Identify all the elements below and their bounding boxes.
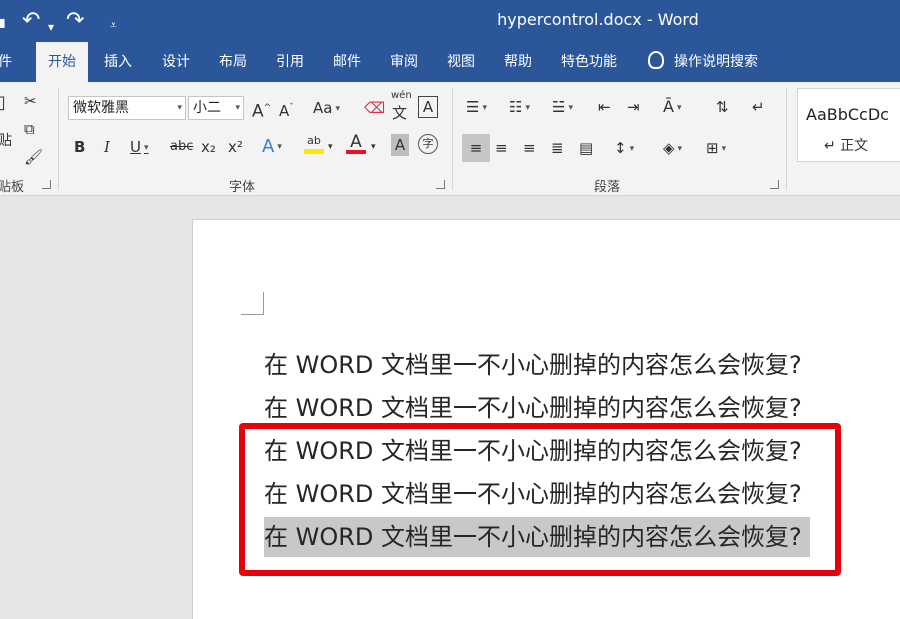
bold-button[interactable]: B bbox=[74, 136, 85, 158]
bullets-button[interactable]: ☰ bbox=[466, 96, 487, 118]
increase-indent-icon[interactable]: ⇥ bbox=[627, 96, 640, 118]
paragraph-launcher-icon[interactable] bbox=[770, 180, 779, 189]
tab-view[interactable]: 视图 bbox=[447, 42, 475, 82]
clipboard-group-label: 贴板 bbox=[0, 180, 25, 195]
tab-review[interactable]: 审阅 bbox=[390, 42, 418, 82]
title-bar: ▪ ↶ ▾ ↷ ⩡ hypercontrol.docx - Word bbox=[0, 0, 900, 42]
align-left-button[interactable]: ≡ bbox=[462, 134, 490, 162]
font-name-value: 微软雅黑 bbox=[73, 100, 129, 116]
font-size-dropdown-icon[interactable]: ▾ bbox=[235, 97, 240, 119]
group-divider bbox=[58, 88, 59, 190]
style-normal-label: ↵ 正文 bbox=[824, 138, 869, 154]
tab-insert[interactable]: 插入 bbox=[104, 42, 132, 82]
clipboard-launcher-icon[interactable] bbox=[42, 180, 51, 189]
tab-mailings[interactable]: 邮件 bbox=[333, 42, 361, 82]
tab-help[interactable]: 帮助 bbox=[504, 42, 532, 82]
font-size-combo[interactable]: 小二 ▾ bbox=[188, 96, 244, 120]
text-effects-button[interactable]: A bbox=[262, 136, 282, 158]
tab-design[interactable]: 设计 bbox=[162, 42, 190, 82]
decrease-indent-icon[interactable]: ⇤ bbox=[598, 96, 611, 118]
window-title: hypercontrol.docx - Word bbox=[497, 10, 699, 29]
clear-formatting-icon[interactable]: ⌫ bbox=[364, 97, 385, 119]
enclose-characters-button[interactable]: 字 bbox=[418, 134, 438, 154]
tab-layout[interactable]: 布局 bbox=[219, 42, 247, 82]
ribbon: ▯ 贴 ✂ ⧉ 🖌 贴板 微软雅黑 ▾ 小二 ▾ A^ Aˇ Aa ⌫ wén … bbox=[0, 82, 900, 196]
font-color-button[interactable]: A bbox=[346, 132, 366, 154]
chinese-layout-button[interactable]: Ā bbox=[663, 96, 681, 118]
tell-me-label: 操作说明搜索 bbox=[674, 54, 758, 70]
phonetic-guide-button[interactable]: 文 bbox=[392, 102, 407, 124]
shrink-font-button[interactable]: Aˇ bbox=[279, 97, 294, 120]
font-group-label: 字体 bbox=[229, 180, 256, 195]
ribbon-tabs: 件 开始 插入 设计 布局 引用 邮件 审阅 视图 帮助 特色功能 操作说明搜索 bbox=[0, 42, 900, 82]
distributed-icon[interactable]: ▤ bbox=[579, 137, 593, 159]
text-line[interactable]: 在 WORD 文档里一不小心删掉的内容怎么会恢复? bbox=[264, 345, 802, 385]
justify-icon[interactable]: ≣ bbox=[551, 137, 564, 159]
borders-button[interactable]: ⊞ bbox=[706, 137, 726, 159]
underline-button[interactable]: U bbox=[130, 136, 149, 158]
change-case-button[interactable]: Aa bbox=[313, 97, 340, 119]
text-highlight-button[interactable]: ab bbox=[304, 132, 324, 154]
font-size-value: 小二 bbox=[193, 100, 221, 116]
character-shading-button[interactable]: A bbox=[391, 134, 409, 156]
style-normal-sample[interactable]: AaBbCcDc bbox=[806, 105, 889, 124]
strikethrough-button[interactable]: abc bbox=[170, 136, 193, 158]
shading-button[interactable]: ◈ bbox=[663, 137, 682, 159]
paste-label[interactable]: 贴 bbox=[0, 130, 12, 152]
subscript-button[interactable]: x₂ bbox=[201, 136, 216, 158]
align-right-icon[interactable]: ≡ bbox=[523, 137, 536, 159]
lightbulb-icon bbox=[648, 51, 664, 69]
align-center-icon[interactable]: ≡ bbox=[495, 137, 508, 159]
multilevel-list-button[interactable]: ☱ bbox=[552, 96, 573, 118]
text-line[interactable]: 在 WORD 文档里一不小心删掉的内容怎么会恢复? bbox=[264, 388, 802, 428]
font-name-dropdown-icon[interactable]: ▾ bbox=[177, 97, 182, 119]
tab-file[interactable]: 件 bbox=[0, 42, 12, 82]
red-highlight-box bbox=[239, 423, 841, 576]
group-divider bbox=[452, 88, 453, 190]
sort-icon[interactable]: ⇅ bbox=[716, 96, 729, 118]
tell-me-search[interactable]: 操作说明搜索 bbox=[648, 42, 758, 82]
font-launcher-icon[interactable] bbox=[436, 180, 445, 189]
tab-home[interactable]: 开始 bbox=[36, 42, 88, 82]
paragraph-group-label: 段落 bbox=[594, 180, 621, 195]
margin-corner-mark bbox=[241, 292, 264, 315]
format-painter-icon[interactable]: 🖌 bbox=[24, 146, 43, 168]
show-marks-icon[interactable]: ↵ bbox=[752, 96, 765, 118]
copy-icon[interactable]: ⧉ bbox=[24, 118, 35, 140]
superscript-button[interactable]: x² bbox=[228, 136, 243, 158]
grow-font-button[interactable]: A^ bbox=[252, 97, 271, 122]
numbering-button[interactable]: ☷ bbox=[509, 96, 530, 118]
highlight-dropdown-icon[interactable]: ▾ bbox=[328, 136, 333, 158]
tab-special-features[interactable]: 特色功能 bbox=[561, 42, 617, 82]
styles-gallery[interactable]: AaBbCcDc ↵ 正文 bbox=[797, 88, 900, 162]
tab-references[interactable]: 引用 bbox=[276, 42, 304, 82]
cut-icon[interactable]: ✂ bbox=[24, 90, 37, 112]
italic-button[interactable]: I bbox=[104, 136, 110, 158]
line-spacing-button[interactable]: ↕ bbox=[614, 137, 634, 159]
character-border-button[interactable]: A bbox=[418, 96, 438, 118]
paste-icon[interactable]: ▯ bbox=[0, 92, 6, 114]
font-name-combo[interactable]: 微软雅黑 ▾ bbox=[68, 96, 186, 120]
font-color-dropdown-icon[interactable]: ▾ bbox=[371, 136, 376, 158]
group-divider bbox=[786, 88, 787, 190]
